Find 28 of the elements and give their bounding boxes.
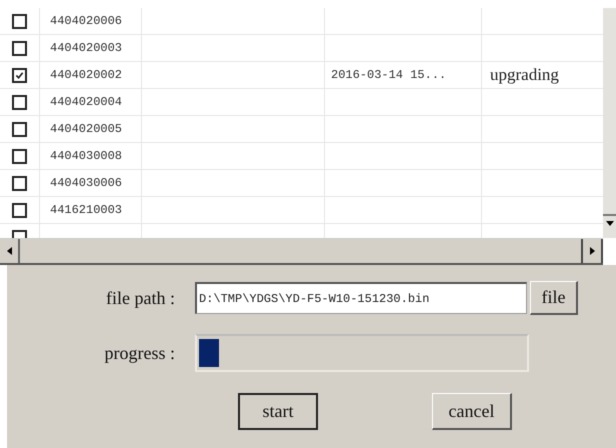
checkbox[interactable] <box>12 176 27 190</box>
start-button[interactable]: start <box>238 393 318 430</box>
table-cell: 4404020003 <box>50 41 122 55</box>
checkbox[interactable] <box>12 14 27 28</box>
progress-label: progress : <box>104 342 176 364</box>
file-button[interactable]: file <box>530 281 578 315</box>
table-cell: 4404020006 <box>50 14 122 28</box>
table-cell: upgrading <box>490 65 559 85</box>
file-path-field[interactable]: D:\TMP\YDGS\YD-F5-W10-151230.bin <box>195 282 527 314</box>
checkbox[interactable] <box>12 94 27 110</box>
checkbox[interactable] <box>12 40 27 56</box>
scroll-right-icon[interactable] <box>581 239 603 263</box>
table-cell: 4416210003 <box>50 203 122 217</box>
checkbox[interactable] <box>12 148 27 164</box>
table-cell: 4404020005 <box>50 122 122 136</box>
table-cell: 4404030006 <box>50 176 122 190</box>
cancel-button[interactable]: cancel <box>432 393 512 430</box>
table-cell: 4404020004 <box>50 95 122 109</box>
table-cell: 4404030008 <box>50 149 122 163</box>
file-path-label: file path : <box>105 288 176 308</box>
checkbox[interactable] <box>12 202 27 218</box>
vertical-scrollbar[interactable] <box>603 8 616 238</box>
horizontal-scrollbar[interactable] <box>0 238 603 265</box>
check-icon <box>15 70 24 80</box>
checkbox[interactable] <box>12 122 27 136</box>
table-cell: 4404020002 <box>50 68 122 82</box>
checkbox[interactable] <box>12 68 27 82</box>
table-cell: 2016-03-14 15... <box>331 68 446 82</box>
